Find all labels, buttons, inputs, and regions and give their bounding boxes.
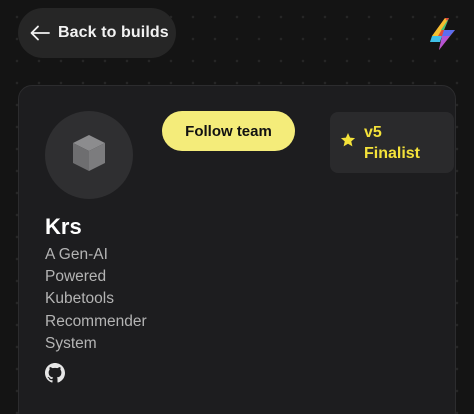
star-icon: [340, 132, 356, 153]
team-name: Krs: [45, 214, 82, 239]
description-line: System: [45, 334, 97, 352]
description-line: Recommender: [45, 312, 147, 330]
description-line: A Gen-AI: [45, 246, 108, 263]
arrow-left-icon: [30, 25, 50, 41]
badge-version: v5: [364, 123, 382, 141]
follow-team-button[interactable]: Follow team: [162, 111, 295, 151]
page: Back to builds Follow team v5 Finalist K…: [0, 0, 474, 414]
back-to-builds-button[interactable]: Back to builds: [18, 8, 176, 58]
description-line: Kubetools: [45, 290, 114, 308]
back-button-label: Back to builds: [58, 24, 169, 41]
cube-icon: [67, 131, 111, 180]
badge-status: Finalist: [364, 144, 421, 162]
team-avatar: [45, 111, 133, 199]
team-description: A Gen-AI Powered Kubetools Recommender S…: [45, 244, 165, 355]
github-icon[interactable]: [45, 363, 65, 383]
description-line: Powered: [45, 268, 107, 286]
finalist-badge: v5 Finalist: [330, 112, 454, 173]
badge-label: v5 Finalist: [364, 122, 420, 164]
app-logo-icon[interactable]: [428, 18, 458, 50]
